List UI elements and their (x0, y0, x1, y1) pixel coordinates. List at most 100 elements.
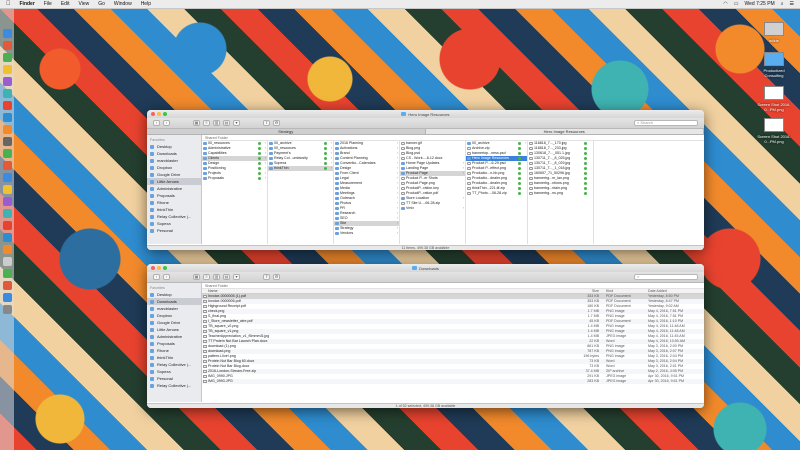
app-icon[interactable] (2, 113, 12, 122)
column-item[interactable]: thinkThin › (268, 166, 333, 171)
zoom-button[interactable] (163, 112, 167, 116)
app-icon[interactable] (2, 161, 12, 170)
sidebar-item[interactable]: Administrative (147, 185, 201, 192)
sidebar-item[interactable]: Personal (147, 375, 201, 382)
menu-window[interactable]: Window (114, 1, 132, 7)
sidebar-item[interactable]: marcblaster (147, 305, 201, 312)
sidebar-item[interactable]: Relay Collective |... (147, 382, 201, 389)
window-titlebar[interactable]: Downloads (147, 264, 704, 272)
table-row[interactable]: IMG_0993.JPG 283 KB JPEG image Apr 30, 2016… (202, 379, 704, 384)
sidebar-item[interactable]: Sopexa (147, 368, 201, 375)
back-button[interactable]: ‹ (153, 274, 160, 280)
column-3[interactable]: 2016 Planning › Activations › Brand › Content … (334, 141, 400, 244)
app-icon[interactable] (2, 197, 12, 206)
column-5[interactable]: 00_archive › Archive.zip bannertop...ness.p… (466, 141, 528, 244)
column-header-size[interactable]: Size (572, 289, 602, 293)
app-icon[interactable] (2, 53, 12, 62)
column-4[interactable]: banner.gif Blog.png Blog.psd CS - Work...-6… (400, 141, 466, 244)
app-icon[interactable] (2, 185, 12, 194)
trash-icon[interactable] (2, 305, 12, 314)
menu-view[interactable]: View (78, 1, 89, 7)
arrange-button[interactable]: ▾ (233, 120, 240, 126)
app-icon[interactable] (2, 101, 12, 110)
battery-icon[interactable]: ▭ (734, 1, 739, 7)
share-button[interactable]: ⇪ (263, 120, 270, 126)
sidebar-item[interactable]: thinkThin (147, 206, 201, 213)
notification-icon[interactable]: ☰ (790, 1, 794, 7)
sidebar-item[interactable]: Proposals (147, 192, 201, 199)
close-button[interactable] (151, 266, 155, 270)
app-icon[interactable] (2, 257, 12, 266)
tab-hero-image-resources[interactable]: Hero Image Resources (425, 129, 704, 134)
app-icon[interactable] (2, 89, 12, 98)
search-input[interactable]: ⌕ Search (634, 120, 698, 126)
close-button[interactable] (151, 112, 155, 116)
sidebar-item[interactable]: Dropbox (147, 164, 201, 171)
list-view-button[interactable]: ≡ (203, 120, 210, 126)
sidebar-item[interactable]: marcblaster (147, 157, 201, 164)
sidebar-item[interactable]: Administrative (147, 333, 201, 340)
sidebar-item[interactable]: Relay Collective |... (147, 361, 201, 368)
app-icon[interactable] (2, 281, 12, 290)
column-item[interactable]: bannerbg...ns.png (528, 191, 593, 196)
wifi-icon[interactable]: ◠ (723, 1, 727, 7)
app-icon[interactable] (2, 65, 12, 74)
desktop-item[interactable]: Productized Consulting (754, 52, 794, 78)
app-icon[interactable] (2, 77, 12, 86)
icon-view-button[interactable]: ▦ (193, 120, 200, 126)
column-6[interactable]: 116818_7..._170.jpg 116818_7..._233.jpg 13… (528, 141, 594, 244)
column-item[interactable]: Vmix › (400, 206, 465, 211)
column-item[interactable]: Proposals › (202, 176, 267, 181)
back-button[interactable]: ‹ (153, 120, 160, 126)
column-header-date[interactable]: Date Added (644, 289, 704, 293)
list-view-button[interactable]: ≡ (203, 274, 210, 280)
sidebar-item[interactable]: Desktop (147, 143, 201, 150)
menu-clock[interactable]: Wed 7:25 PM (745, 1, 775, 7)
sidebar-item[interactable]: Proposals (147, 340, 201, 347)
app-icon[interactable] (2, 173, 12, 182)
minimize-button[interactable] (157, 266, 161, 270)
menu-go[interactable]: Go (98, 1, 105, 7)
desktop-item[interactable]: Screen Shot 2016-0...PM.png (754, 118, 794, 144)
app-icon[interactable] (2, 209, 12, 218)
sidebar-item[interactable]: Personal (147, 227, 201, 234)
column-header-name[interactable]: Name (202, 289, 572, 293)
sidebar-item[interactable]: Little Arrows (147, 326, 201, 333)
app-icon[interactable] (2, 137, 12, 146)
icon-view-button[interactable]: ▦ (193, 274, 200, 280)
forward-button[interactable]: › (163, 120, 170, 126)
column-item[interactable]: Vendors › (334, 231, 399, 236)
sidebar-item[interactable]: thinkThin (147, 354, 201, 361)
sidebar-item[interactable]: Google Drive (147, 171, 201, 178)
spotlight-icon[interactable]: ⌕ (781, 1, 784, 7)
app-icon[interactable] (2, 245, 12, 254)
minimize-button[interactable] (157, 112, 161, 116)
app-icon[interactable] (2, 221, 12, 230)
desktop-item[interactable]: Screen Shot 2016-0...PM.png (754, 86, 794, 112)
sidebar-item[interactable]: Dropbox (147, 312, 201, 319)
menu-app-name[interactable]: Finder (20, 1, 35, 7)
share-button[interactable]: ⇪ (263, 274, 270, 280)
menu-edit[interactable]: Edit (61, 1, 70, 7)
desktop-item[interactable]: wilkie (754, 22, 794, 43)
app-icon[interactable] (2, 125, 12, 134)
forward-button[interactable]: › (163, 274, 170, 280)
apple-icon[interactable]:  (6, 1, 11, 7)
app-icon[interactable] (2, 149, 12, 158)
menu-help[interactable]: Help (141, 1, 151, 7)
column-1[interactable]: 00_resources › Administrative › Capabilities… (202, 141, 268, 244)
search-input[interactable]: ⌕ (634, 274, 698, 280)
sidebar-item[interactable]: Little Arrows (147, 178, 201, 185)
column-header-kind[interactable]: Kind (602, 289, 644, 293)
column-2[interactable]: 00_archive › 00_resources › Payment's › Relay … (268, 141, 334, 244)
app-icon[interactable] (2, 233, 12, 242)
sidebar-item[interactable]: Sopexa (147, 220, 201, 227)
sidebar-item[interactable]: Desktop (147, 291, 201, 298)
app-icon[interactable] (2, 269, 12, 278)
finder-icon[interactable] (2, 29, 12, 38)
sidebar-item[interactable]: Rhone (147, 347, 201, 354)
sidebar-item[interactable]: Rhone (147, 199, 201, 206)
app-icon[interactable] (2, 41, 12, 50)
column-item[interactable]: TT_Photo...-06-28.zip (466, 191, 527, 196)
zoom-button[interactable] (163, 266, 167, 270)
